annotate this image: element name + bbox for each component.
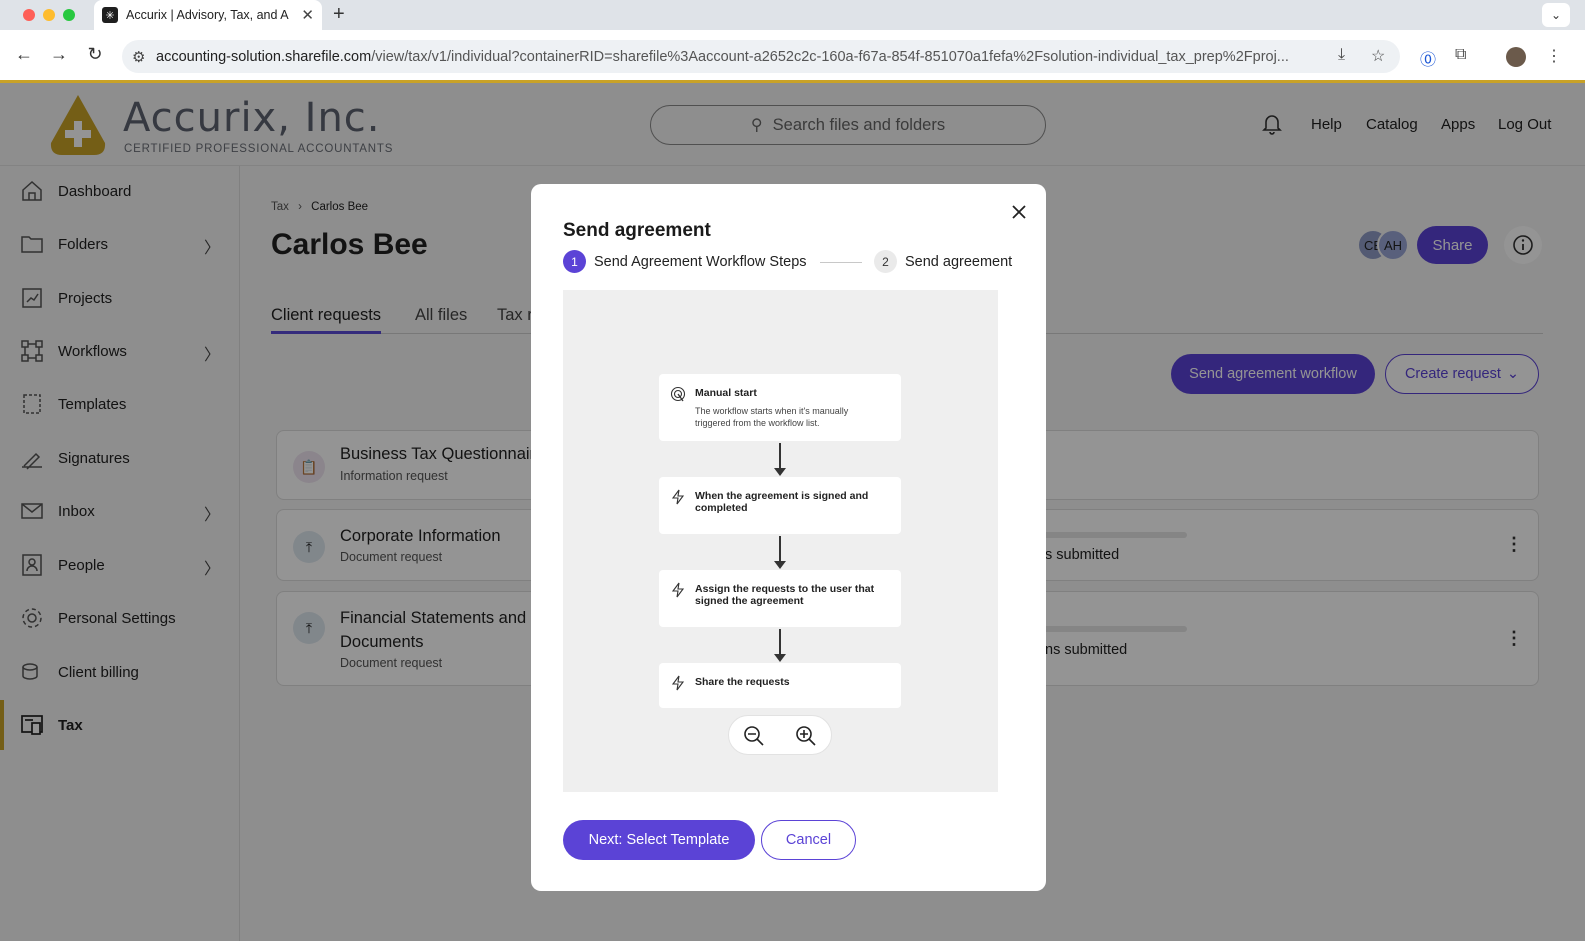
close-icon[interactable] [1008,201,1030,223]
arrow-down-icon [774,468,786,476]
step-label: Send agreement [905,253,1013,270]
zoom-in-icon[interactable] [795,725,817,747]
new-tab-button[interactable]: + [333,3,345,26]
browser-chrome: ✳ Accurix | Advisory, Tax, and A ✕ + ⌄ ←… [0,0,1585,83]
tab-search-button[interactable]: ⌄ [1542,3,1570,27]
address-bar[interactable]: ⚙ accounting-solution.sharefile.com/view… [122,40,1400,73]
tab-title: Accurix | Advisory, Tax, and A [126,8,289,22]
flow-arrow [779,536,781,563]
send-agreement-dialog: Send agreement 1 Send Agreement Workflow… [531,184,1046,891]
arrow-down-icon [774,654,786,662]
workflow-node-title: Assign the requests to the user that sig… [695,583,875,607]
hand-tap-icon [670,386,686,402]
browser-menu-icon[interactable]: ⋮ [1546,46,1562,66]
bookmark-star-icon[interactable]: ☆ [1371,46,1385,66]
zoom-out-icon[interactable] [743,725,765,747]
flow-arrow [779,443,781,470]
browser-toolbar: ← → ↻ ⚙ accounting-solution.sharefile.co… [0,30,1585,83]
arrow-down-icon [774,561,786,569]
url-path: /view/tax/v1/individual?containerRID=sha… [371,48,1289,65]
minimize-window-button[interactable] [43,9,55,21]
step-indicator-1: 1 Send Agreement Workflow Steps [563,250,807,273]
lightning-icon [671,582,685,598]
dialog-title: Send agreement [563,220,711,241]
close-tab-icon[interactable]: ✕ [301,6,314,24]
install-icon[interactable]: ⤓ [1338,46,1345,64]
browser-tab[interactable]: ✳ Accurix | Advisory, Tax, and A ✕ [94,0,322,30]
zoom-controls [728,715,832,755]
url-host: accounting-solution.sharefile.com [156,48,372,65]
workflow-node-agreement-signed: When the agreement is signed and complet… [659,477,901,534]
favicon-icon: ✳ [102,7,118,23]
close-window-button[interactable] [23,9,35,21]
workflow-node-description: The workflow starts when it's manually t… [695,406,849,428]
step-number: 1 [563,250,586,273]
step-number: 2 [874,250,897,273]
lightning-icon [671,675,685,691]
back-icon[interactable]: ← [13,44,35,65]
next-select-template-button[interactable]: Next: Select Template [563,820,755,860]
workflow-node-share-requests: Share the requests [659,663,901,708]
flow-arrow [779,629,781,656]
extensions-icon[interactable]: ⧉ [1455,46,1466,64]
tab-strip: ✳ Accurix | Advisory, Tax, and A ✕ + ⌄ [0,0,1585,30]
step-indicator-2: 2 Send agreement [874,250,1012,273]
site-settings-icon[interactable]: ⚙ [132,48,145,66]
lightning-icon [671,489,685,505]
cancel-button[interactable]: Cancel [761,820,856,860]
maximize-window-button[interactable] [63,9,75,21]
reload-icon[interactable]: ↻ [84,44,106,65]
workflow-preview: Manual start The workflow starts when it… [563,290,998,792]
workflow-node-title: Manual start [695,387,757,399]
workflow-node-title: When the agreement is signed and complet… [695,490,869,514]
workflow-node-manual-start: Manual start The workflow starts when it… [659,374,901,441]
workflow-node-assign-requests: Assign the requests to the user that sig… [659,570,901,627]
workflow-node-title: Share the requests [695,676,790,688]
forward-icon[interactable]: → [48,44,70,65]
step-label: Send Agreement Workflow Steps [594,253,807,270]
password-manager-icon[interactable]: ⓪ [1420,46,1436,70]
step-connector [820,262,862,263]
profile-avatar-icon[interactable] [1506,47,1526,67]
